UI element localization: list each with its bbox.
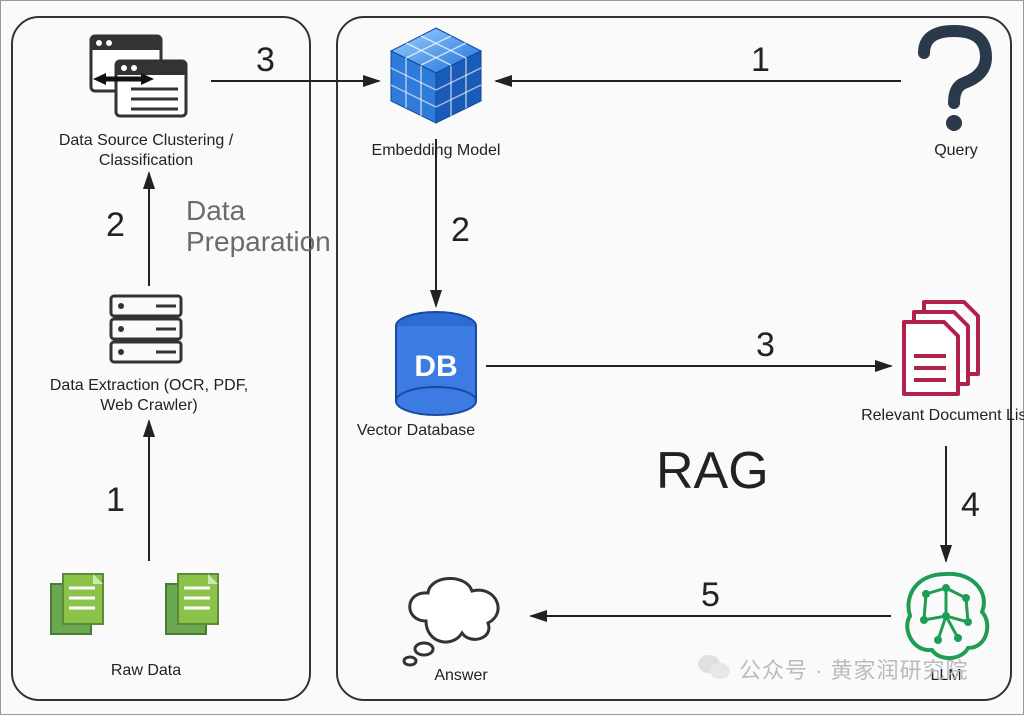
data-extraction-label: Data Extraction (OCR, PDF, Web Crawler) <box>49 376 249 416</box>
clustering-label: Data Source Clustering / Classification <box>46 131 246 171</box>
wechat-icon <box>696 651 732 683</box>
rag-title: RAG <box>656 441 769 501</box>
edge-dp-1: 1 <box>106 481 125 520</box>
arrows-layer <box>1 1 1024 716</box>
edge-rag-5: 5 <box>701 576 720 615</box>
edge-dp-3: 3 <box>256 41 275 80</box>
watermark-text: 公众号 · 黄家润研究院 <box>739 653 969 685</box>
edge-rag-2: 2 <box>451 211 470 250</box>
doc-list-label: Relevant Document List <box>846 406 1024 426</box>
raw-data-label: Raw Data <box>46 661 246 681</box>
edge-dp-2: 2 <box>106 206 125 245</box>
edge-rag-4: 4 <box>961 486 980 525</box>
embedding-label: Embedding Model <box>336 141 536 161</box>
data-prep-title: Data Preparation <box>186 196 331 258</box>
edge-rag-3: 3 <box>756 326 775 365</box>
edge-rag-1: 1 <box>751 41 770 80</box>
answer-label: Answer <box>361 666 561 686</box>
diagram-canvas: DB <box>0 0 1024 715</box>
vector-db-label: Vector Database <box>336 421 496 441</box>
query-label: Query <box>856 141 1024 161</box>
